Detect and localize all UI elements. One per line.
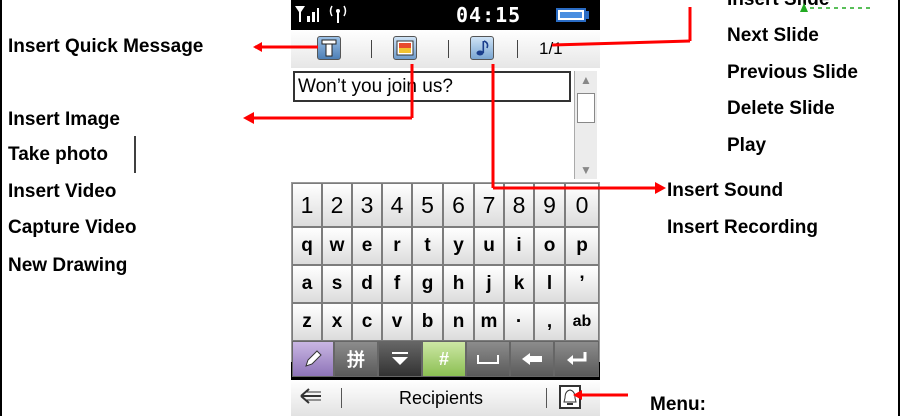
key-v[interactable]: v: [382, 303, 412, 341]
annotation-new-drawing: New Drawing: [8, 255, 128, 276]
music-note-icon: [476, 40, 489, 56]
annotation-menu: Menu:: [650, 394, 706, 415]
status-bar: 04:15: [291, 0, 600, 30]
key-f[interactable]: f: [382, 265, 412, 303]
key-z[interactable]: z: [292, 303, 322, 341]
key-2[interactable]: 2: [322, 183, 352, 227]
insert-sound-button[interactable]: [470, 36, 494, 60]
battery-full-icon: [556, 8, 586, 22]
arrowhead-quick-message: [253, 42, 262, 52]
back-arrow-icon[interactable]: [297, 386, 327, 412]
backspace-icon[interactable]: [510, 341, 554, 377]
bell-icon: [563, 389, 577, 405]
battery-tip: [586, 11, 589, 19]
softkey-separator: [341, 388, 342, 408]
compose-scrollbar[interactable]: ▲ ▼: [574, 71, 597, 179]
image-icon: [396, 40, 414, 56]
insert-image-button[interactable]: [393, 36, 417, 60]
key-d[interactable]: d: [352, 265, 382, 303]
key-5[interactable]: 5: [412, 183, 443, 227]
toolbar-separator: [448, 40, 449, 58]
key-l[interactable]: l: [534, 265, 565, 303]
scroll-down-icon[interactable]: ▼: [575, 161, 597, 179]
annotation-delete-slide: Delete Slide: [727, 98, 835, 119]
key-4[interactable]: 4: [382, 183, 412, 227]
key-comma[interactable]: ,: [534, 303, 565, 341]
key-3[interactable]: 3: [352, 183, 382, 227]
annotation-insert-sound: Insert Sound: [667, 180, 784, 201]
key-ab-mode[interactable]: ab: [565, 303, 599, 341]
hide-keyboard-icon[interactable]: [378, 341, 422, 377]
enter-icon[interactable]: [554, 341, 599, 377]
key-1[interactable]: 1: [292, 183, 322, 227]
key-o[interactable]: o: [534, 227, 565, 265]
symbols-key[interactable]: #: [422, 341, 466, 377]
text-t-icon: [321, 39, 337, 57]
key-p[interactable]: p: [565, 227, 599, 265]
annotation-insert-quick-message: Insert Quick Message: [8, 36, 204, 57]
key-q[interactable]: q: [292, 227, 322, 265]
annotation-insert-recording: Insert Recording: [667, 217, 818, 238]
compose-area: Won’t you join us? ▲ ▼: [291, 68, 600, 182]
annotation-capture-video: Capture Video: [8, 217, 137, 238]
key-r[interactable]: r: [382, 227, 412, 265]
recipients-softkey[interactable]: Recipients: [399, 388, 483, 409]
message-toolbar: 1/1: [291, 30, 600, 68]
left-border: [0, 0, 2, 416]
key-6[interactable]: 6: [443, 183, 474, 227]
key-c[interactable]: c: [352, 303, 382, 341]
softkey-separator: [546, 388, 547, 408]
scroll-up-icon[interactable]: ▲: [575, 71, 597, 89]
annotation-insert-slide: Insert Slide: [727, 0, 829, 11]
key-dot[interactable]: ·: [504, 303, 534, 341]
key-i[interactable]: i: [504, 227, 534, 265]
key-8[interactable]: 8: [504, 183, 534, 227]
key-t[interactable]: t: [412, 227, 443, 265]
key-m[interactable]: m: [474, 303, 504, 341]
annotation-play: Play: [727, 135, 767, 156]
key-g[interactable]: g: [412, 265, 443, 303]
key-9[interactable]: 9: [534, 183, 565, 227]
key-k[interactable]: k: [504, 265, 534, 303]
bottom-softkey-bar: Recipients: [291, 380, 600, 416]
key-y[interactable]: y: [443, 227, 474, 265]
key-apostrophe[interactable]: ’: [565, 265, 599, 303]
annotation-insert-video: Insert Video: [8, 181, 117, 202]
signal-bars-icon: [295, 6, 319, 22]
insert-quick-message-button[interactable]: [317, 36, 341, 60]
key-h[interactable]: h: [443, 265, 474, 303]
annotation-next-slide: Next Slide: [727, 25, 819, 46]
antenna-icon: [329, 5, 347, 23]
slide-page-counter[interactable]: 1/1: [539, 39, 563, 59]
clock: 04:15: [456, 3, 522, 27]
phone-screen: 04:15 1/1 Won’t you join us? ▲ ▼ 1 2 3 4…: [291, 0, 600, 416]
arrowhead-sound: [655, 182, 666, 194]
key-s[interactable]: s: [322, 265, 352, 303]
pinyin-input-key[interactable]: 拼: [334, 341, 378, 377]
menu-button[interactable]: [559, 385, 581, 409]
key-b[interactable]: b: [412, 303, 443, 341]
annotation-insert-image: Insert Image: [8, 109, 120, 130]
key-0[interactable]: 0: [565, 183, 599, 227]
scroll-thumb[interactable]: [577, 93, 595, 123]
key-n[interactable]: n: [443, 303, 474, 341]
key-e[interactable]: e: [352, 227, 382, 265]
toolbar-separator: [371, 40, 372, 58]
annotation-take-photo: Take photo: [8, 144, 108, 165]
pencil-icon[interactable]: [292, 341, 334, 377]
message-text-field[interactable]: Won’t you join us?: [293, 71, 571, 102]
onscreen-keyboard: 1 2 3 4 5 6 7 8 9 0 q w e r t y u i o p …: [291, 182, 600, 362]
key-w[interactable]: w: [322, 227, 352, 265]
toolbar-separator: [517, 40, 518, 58]
space-icon[interactable]: [466, 341, 510, 377]
annotation-previous-slide: Previous Slide: [727, 62, 858, 83]
key-u[interactable]: u: [474, 227, 504, 265]
key-j[interactable]: j: [474, 265, 504, 303]
key-a[interactable]: a: [292, 265, 322, 303]
key-7[interactable]: 7: [474, 183, 504, 227]
arrowhead-image: [243, 112, 254, 124]
key-x[interactable]: x: [322, 303, 352, 341]
